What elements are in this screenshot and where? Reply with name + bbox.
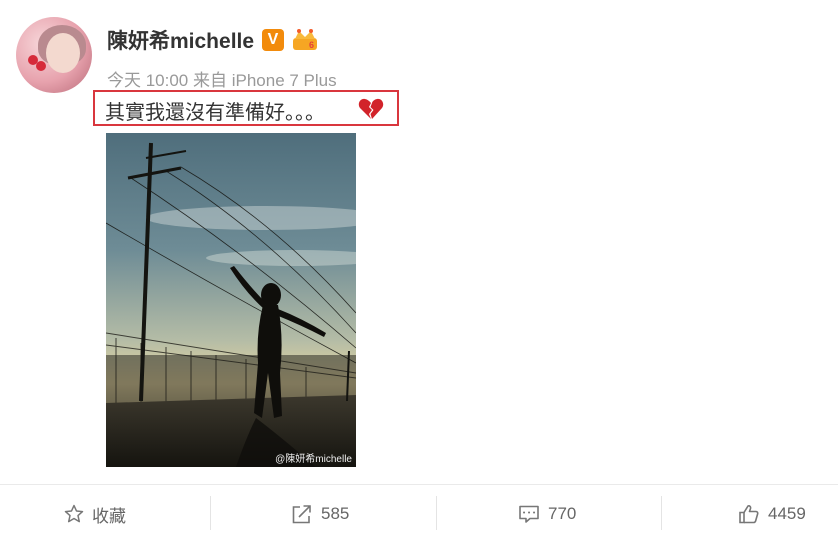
action-separator (661, 496, 662, 530)
action-separator (210, 496, 211, 530)
like-button[interactable]: 4459 (738, 500, 806, 528)
comment-button[interactable]: 770 (518, 500, 576, 528)
favorite-label: 收藏 (92, 506, 126, 526)
avatar-cherry (36, 61, 46, 71)
star-icon (64, 504, 84, 523)
verified-badge-icon[interactable]: V (262, 29, 284, 51)
post-text: 其實我還沒有準備好。。。 (105, 102, 325, 124)
comment-icon (519, 505, 539, 523)
favorite-button[interactable]: 收藏 (64, 500, 126, 528)
svg-text:6: 6 (309, 40, 314, 50)
broken-heart-icon (358, 98, 384, 119)
photo-watermark: @陳妍希michelle (275, 454, 352, 465)
action-bar-divider (0, 484, 838, 485)
share-count: 585 (321, 504, 350, 523)
crown-badge-icon[interactable]: 6 (292, 29, 318, 51)
avatar[interactable] (16, 17, 92, 93)
like-count: 4459 (768, 504, 806, 523)
share-icon (292, 505, 311, 524)
avatar-face (46, 33, 80, 73)
silhouette-photo-image (106, 133, 356, 467)
post-meta: 今天 10:00 来自 iPhone 7 Plus (107, 71, 337, 90)
action-separator (436, 496, 437, 530)
post-photo[interactable]: @陳妍希michelle (106, 133, 356, 467)
thumbs-up-icon (739, 505, 759, 524)
comment-count: 770 (548, 504, 577, 523)
share-button[interactable]: 585 (291, 500, 349, 528)
username[interactable]: 陳妍希michelle (107, 25, 254, 55)
